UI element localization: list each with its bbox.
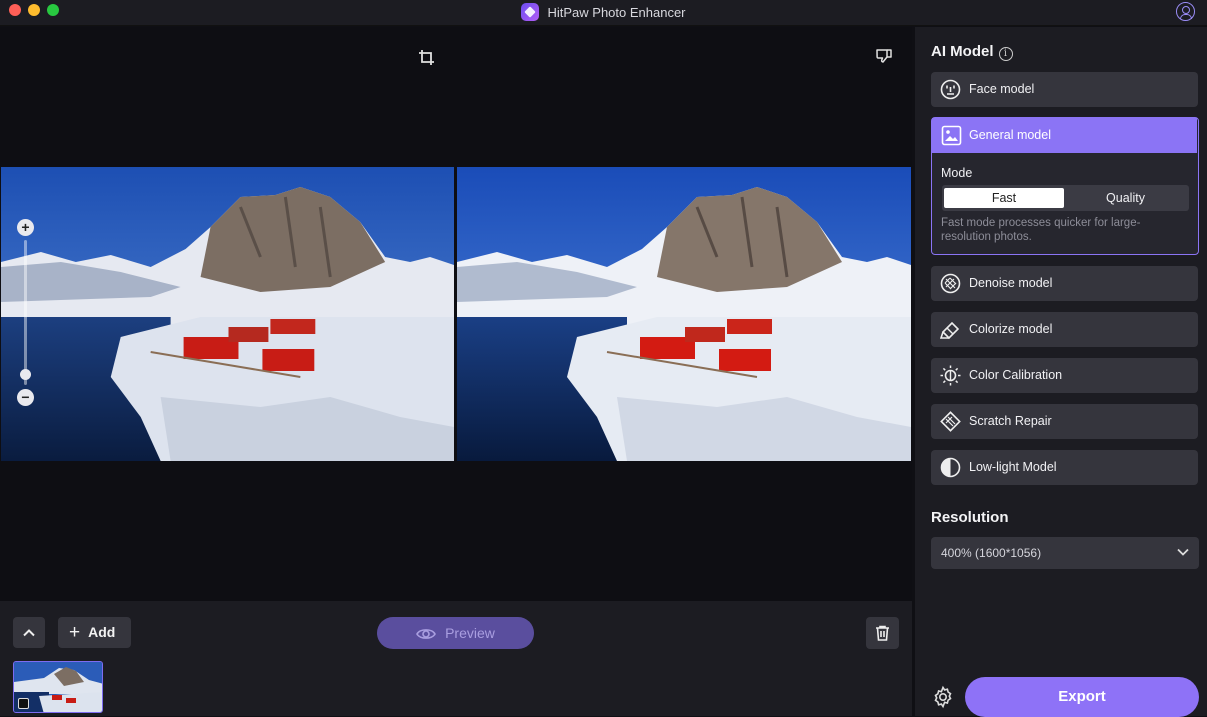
- model-colorize-label: Colorize model: [969, 322, 1053, 336]
- zoom-slider-track[interactable]: [24, 240, 27, 385]
- mode-fast-option[interactable]: Fast: [944, 188, 1064, 208]
- model-general[interactable]: General model: [932, 118, 1197, 153]
- mode-quality-option[interactable]: Quality: [1064, 188, 1187, 208]
- model-scratch-repair[interactable]: Scratch Repair: [931, 404, 1198, 439]
- bottom-toolbar: + Add Preview: [0, 601, 912, 716]
- image-thumbnail[interactable]: [13, 661, 103, 713]
- chevron-up-icon: [23, 629, 35, 637]
- window-title-text: HitPaw Photo Enhancer: [547, 5, 686, 20]
- delete-button[interactable]: [866, 617, 899, 649]
- account-icon[interactable]: [1176, 2, 1195, 21]
- model-low-light[interactable]: Low-light Model: [931, 450, 1198, 485]
- original-photo: [1, 167, 454, 461]
- model-general-panel: General model Mode Fast Quality Fast mod…: [931, 117, 1199, 255]
- info-icon[interactable]: i: [998, 47, 1013, 61]
- resolution-heading: Resolution: [931, 509, 1009, 526]
- zoom-out-button[interactable]: −: [17, 389, 34, 406]
- plus-icon: +: [69, 622, 81, 643]
- ai-model-title: AI Model: [931, 43, 994, 60]
- app-logo-icon: [521, 3, 540, 21]
- model-color-calibration-label: Color Calibration: [969, 368, 1063, 382]
- trash-icon: [876, 625, 889, 641]
- settings-gear-icon[interactable]: [931, 685, 955, 709]
- model-face-label: Face model: [969, 82, 1035, 96]
- crop-icon[interactable]: [418, 49, 436, 67]
- model-scratch-repair-label: Scratch Repair: [969, 414, 1052, 428]
- mode-description: Fast mode processes quicker for large-re…: [941, 217, 1141, 243]
- mode-segmented-control: Fast Quality: [942, 185, 1189, 211]
- settings-sidebar: AI Model i Face model General model Mode …: [915, 27, 1207, 717]
- eye-icon: [416, 629, 437, 639]
- zoom-slider-handle[interactable]: [20, 369, 31, 380]
- scratch-icon: [940, 411, 961, 432]
- enhanced-photo: [457, 167, 911, 461]
- dislike-icon[interactable]: [875, 47, 893, 65]
- face-icon: [940, 79, 961, 100]
- ai-model-heading: AI Model i: [931, 43, 1013, 61]
- model-denoise-label: Denoise model: [969, 276, 1053, 290]
- comparison-canvas: + −: [0, 27, 912, 601]
- model-colorize[interactable]: Colorize model: [931, 312, 1198, 347]
- model-general-label: General model: [969, 128, 1051, 142]
- model-denoise[interactable]: Denoise model: [931, 266, 1198, 301]
- brightness-icon: [940, 365, 961, 386]
- resolution-select[interactable]: 400% (1600*1056): [931, 537, 1199, 569]
- zoom-in-button[interactable]: +: [17, 219, 34, 236]
- window-title: HitPaw Photo Enhancer: [0, 3, 1207, 21]
- chevron-down-icon: [1177, 548, 1189, 556]
- export-button[interactable]: Export: [965, 677, 1199, 717]
- collapse-button[interactable]: [13, 617, 45, 648]
- model-face[interactable]: Face model: [931, 72, 1198, 107]
- add-button-label: Add: [88, 624, 116, 640]
- preview-button[interactable]: Preview: [377, 617, 534, 649]
- model-color-calibration[interactable]: Color Calibration: [931, 358, 1198, 393]
- image-type-icon: [18, 698, 29, 709]
- add-button[interactable]: + Add: [58, 617, 131, 648]
- image-icon: [941, 125, 962, 146]
- denoise-icon: [940, 273, 961, 294]
- resolution-value: 400% (1600*1056): [941, 546, 1042, 560]
- model-low-light-label: Low-light Model: [969, 460, 1057, 474]
- mode-label: Mode: [941, 166, 973, 180]
- contrast-icon: [940, 457, 961, 478]
- title-bar: HitPaw Photo Enhancer: [0, 0, 1207, 26]
- preview-button-label: Preview: [445, 625, 495, 641]
- colorize-icon: [940, 321, 960, 340]
